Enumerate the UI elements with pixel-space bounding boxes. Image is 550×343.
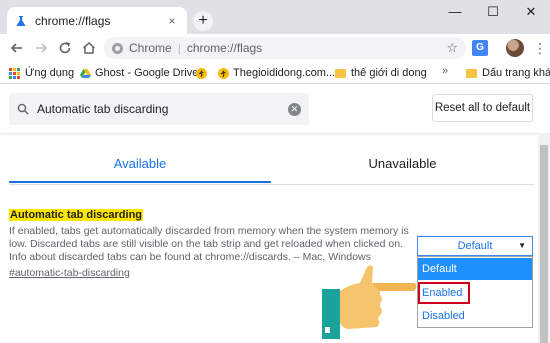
tab-available[interactable]: Available	[9, 147, 271, 184]
bookmark-other-bookmarks[interactable]: Dấu trang khác	[466, 65, 550, 81]
bookmark-label: Ghost - Google Drive	[95, 67, 199, 79]
avatar[interactable]	[506, 39, 524, 57]
flag-permalink[interactable]: #automatic-tab-discarding	[9, 267, 130, 279]
flag-state-select[interactable]: Default ▼	[417, 236, 533, 256]
home-icon[interactable]	[80, 39, 98, 57]
bookmark-label: Dấu trang khác	[482, 67, 550, 79]
address-url: chrome://flags	[186, 41, 263, 55]
chrome-icon	[112, 42, 123, 54]
option-enabled[interactable]: Enabled	[418, 282, 470, 304]
flags-header: Automatic tab discarding ✕ Reset all to …	[0, 85, 550, 133]
apps-icon	[9, 67, 20, 79]
bookmark-label: Ứng dụng	[25, 67, 75, 79]
scrollbar-thumb[interactable]	[540, 145, 548, 343]
option-disabled[interactable]: Disabled	[418, 305, 532, 327]
close-window-button[interactable]: ✕	[512, 0, 550, 26]
bookmark-star-icon[interactable]: ☆	[446, 40, 458, 56]
option-default[interactable]: Default	[418, 258, 532, 280]
address-separator: |	[177, 41, 181, 55]
active-tab-indicator	[9, 181, 271, 183]
chevron-down-icon: ▼	[518, 241, 526, 250]
bookmark-label: Thegioididong.com...	[233, 67, 336, 79]
new-tab-button[interactable]: +	[193, 11, 213, 31]
pointing-hand-illustration	[322, 265, 417, 339]
bookmarks-bar: Ứng dụng Ghost - Google Drive Thegioidid…	[0, 62, 550, 84]
folder-icon	[466, 68, 477, 78]
flags-page: Automatic tab discarding ✕ Reset all to …	[0, 85, 550, 343]
runner-icon	[218, 67, 229, 79]
clear-search-icon[interactable]: ✕	[288, 102, 301, 116]
search-input[interactable]: Automatic tab discarding	[37, 102, 288, 116]
bookmark-label: thế giới di dong	[351, 67, 427, 79]
select-dropdown-list: Default Enabled Disabled	[417, 256, 533, 328]
maximize-button[interactable]: ☐	[474, 0, 512, 26]
runner-icon	[196, 67, 207, 79]
folder-icon	[335, 68, 346, 78]
flag-description: If enabled, tabs get automatically disca…	[9, 225, 409, 263]
minimize-button[interactable]: —	[436, 0, 474, 26]
address-bar[interactable]: Chrome | chrome://flags ☆	[104, 37, 466, 59]
address-scheme-label: Chrome	[129, 41, 172, 55]
flags-search-box[interactable]: Automatic tab discarding ✕	[9, 93, 309, 125]
browser-tab[interactable]: chrome://flags ×	[7, 7, 187, 34]
bookmark-folder-thegioididong[interactable]: thế giới di dong	[335, 65, 427, 81]
reload-icon[interactable]	[56, 39, 74, 57]
reset-all-button[interactable]: Reset all to default	[432, 94, 533, 122]
bookmarks-more-icon[interactable]: »	[442, 65, 448, 77]
browser-tab-strip: chrome://flags × + — ☐ ✕	[0, 0, 550, 34]
back-icon[interactable]	[8, 39, 26, 57]
flag-title: Automatic tab discarding	[9, 209, 144, 221]
flags-tabs: Available Unavailable	[9, 147, 534, 185]
bookmark-runner[interactable]	[196, 65, 211, 81]
flask-icon	[16, 15, 26, 26]
forward-icon[interactable]	[32, 39, 50, 57]
bookmark-google-drive[interactable]: Ghost - Google Drive	[80, 65, 198, 81]
translate-extension-icon[interactable]: G	[472, 40, 488, 56]
menu-icon[interactable]: ⋮	[533, 39, 547, 57]
drive-icon	[80, 68, 91, 78]
bookmark-apps[interactable]: Ứng dụng	[9, 65, 74, 81]
bookmark-thegioididong[interactable]: Thegioididong.com...	[218, 65, 335, 81]
search-icon	[17, 103, 29, 115]
browser-toolbar: Chrome | chrome://flags ☆ G ⋮	[0, 34, 550, 62]
tab-title: chrome://flags	[35, 13, 111, 28]
tab-unavailable[interactable]: Unavailable	[271, 147, 534, 184]
select-current-value: Default	[457, 240, 493, 252]
tab-close-icon[interactable]: ×	[165, 14, 179, 28]
